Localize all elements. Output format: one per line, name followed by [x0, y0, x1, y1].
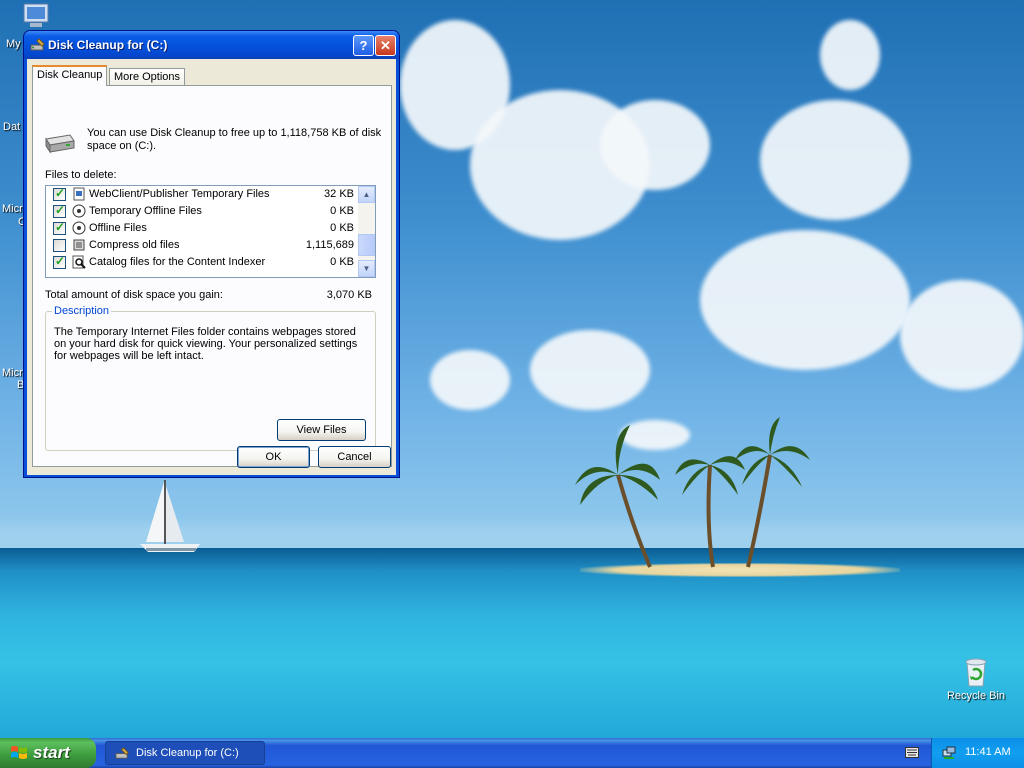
tab-disk-cleanup[interactable]: Disk Cleanup: [32, 65, 108, 86]
description-legend: Description: [52, 305, 112, 317]
taskbar-item-label: Disk Cleanup for (C:): [136, 747, 239, 759]
close-button[interactable]: ✕: [375, 35, 396, 56]
file-checkbox[interactable]: [53, 239, 66, 252]
file-checkbox[interactable]: ✓: [53, 186, 66, 201]
title-bar[interactable]: Disk Cleanup for (C:) ? ✕: [24, 31, 399, 59]
help-button[interactable]: ?: [353, 35, 374, 56]
computer-icon: [23, 3, 49, 27]
recycle-bin-label: Recycle Bin: [946, 690, 1006, 702]
desktop-icon-label[interactable]: Dat: [3, 121, 20, 133]
list-item[interactable]: ✓ Offline Files 0 KB: [46, 220, 360, 237]
keyboard-icon[interactable]: [905, 747, 919, 758]
description-text: The Temporary Internet Files folder cont…: [54, 326, 358, 362]
window-client-area: Disk Cleanup More Options You can use Di…: [27, 59, 396, 475]
file-size: 32 KB: [324, 188, 354, 200]
cancel-button[interactable]: Cancel: [318, 446, 391, 468]
file-size: 0 KB: [330, 256, 354, 268]
desktop-icon-label[interactable]: Micr: [2, 367, 23, 379]
recycle-bin-desktop-icon[interactable]: Recycle Bin: [946, 656, 1006, 702]
list-item[interactable]: ✓ WebClient/Publisher Temporary Files 32…: [46, 186, 360, 203]
recycle-bin-icon: [965, 658, 987, 687]
list-scrollbar[interactable]: ▲ ▼: [358, 186, 375, 277]
file-size: 1,115,689: [305, 239, 354, 251]
cloud: [530, 330, 650, 410]
desktop-icon-label[interactable]: Micr: [2, 203, 23, 215]
files-to-delete-label: Files to delete:: [45, 169, 117, 181]
scroll-thumb[interactable]: [358, 234, 375, 256]
cloud: [700, 230, 910, 370]
taskbar-item-disk-cleanup[interactable]: Disk Cleanup for (C:): [105, 741, 265, 765]
file-size: 0 KB: [330, 205, 354, 217]
file-name: Offline Files: [89, 222, 147, 234]
files-to-delete-list[interactable]: ✓ WebClient/Publisher Temporary Files 32…: [45, 185, 376, 278]
tab-more-options[interactable]: More Options: [109, 68, 186, 86]
total-space-value: 3,070 KB: [326, 289, 372, 301]
taskbar: start Disk Cleanup for (C:) 11:41 AM: [0, 738, 1024, 768]
checkmark-icon: ✓: [55, 203, 66, 217]
scroll-down-button[interactable]: ▼: [358, 260, 375, 277]
list-item[interactable]: ✓ Catalog files for the Content Indexer …: [46, 254, 360, 271]
disk-cleanup-window: Disk Cleanup for (C:) ? ✕ Disk Cleanup M…: [23, 30, 400, 478]
window-title: Disk Cleanup for (C:): [48, 38, 168, 52]
file-name: Temporary Offline Files: [89, 205, 202, 217]
checkmark-icon: ✓: [55, 220, 66, 234]
desktop-icon-label[interactable]: My: [6, 38, 21, 50]
cloud: [600, 100, 710, 190]
view-files-button[interactable]: View Files: [277, 419, 366, 441]
ok-button[interactable]: OK: [237, 446, 310, 468]
catalog-search-icon: [72, 255, 86, 269]
file-checkbox[interactable]: ✓: [53, 220, 66, 235]
file-name: WebClient/Publisher Temporary Files: [89, 188, 270, 200]
sailboat-icon: [140, 480, 200, 552]
hard-drive-icon: [45, 134, 75, 154]
cloud: [430, 350, 510, 410]
disk-cleanup-icon: [30, 38, 45, 51]
start-label: start: [33, 743, 70, 762]
file-checkbox[interactable]: ✓: [53, 254, 66, 269]
disk-cleanup-icon: [115, 747, 129, 759]
cloud: [900, 280, 1024, 390]
offline-files-icon: [72, 221, 86, 235]
compress-icon: [73, 239, 85, 251]
checkmark-icon: ✓: [55, 186, 66, 200]
windows-logo-icon: [11, 746, 27, 759]
total-space-label: Total amount of disk space you gain:: [45, 289, 223, 301]
cloud: [760, 100, 910, 220]
intro-text: You can use Disk Cleanup to free up to 1…: [87, 127, 382, 152]
list-item[interactable]: Compress old files 1,115,689: [46, 237, 360, 254]
palm-trees: [575, 417, 810, 568]
description-group: Description The Temporary Internet Files…: [45, 305, 376, 451]
list-item[interactable]: ✓ Temporary Offline Files 0 KB: [46, 203, 360, 220]
file-checkbox[interactable]: ✓: [53, 203, 66, 218]
my-computer-desktop-icon[interactable]: [20, 2, 52, 32]
scroll-up-button[interactable]: ▲: [358, 186, 375, 203]
checkmark-icon: ✓: [55, 254, 66, 268]
web-files-icon: [73, 187, 85, 201]
start-button[interactable]: start: [0, 738, 96, 768]
system-tray: 11:41 AM: [931, 738, 1024, 768]
offline-files-icon: [72, 204, 86, 218]
clock[interactable]: 11:41 AM: [965, 746, 1011, 758]
file-size: 0 KB: [330, 222, 354, 234]
file-name: Compress old files: [89, 239, 180, 251]
network-icon[interactable]: [942, 746, 956, 760]
cloud: [820, 20, 880, 90]
file-name: Catalog files for the Content Indexer: [89, 256, 266, 268]
